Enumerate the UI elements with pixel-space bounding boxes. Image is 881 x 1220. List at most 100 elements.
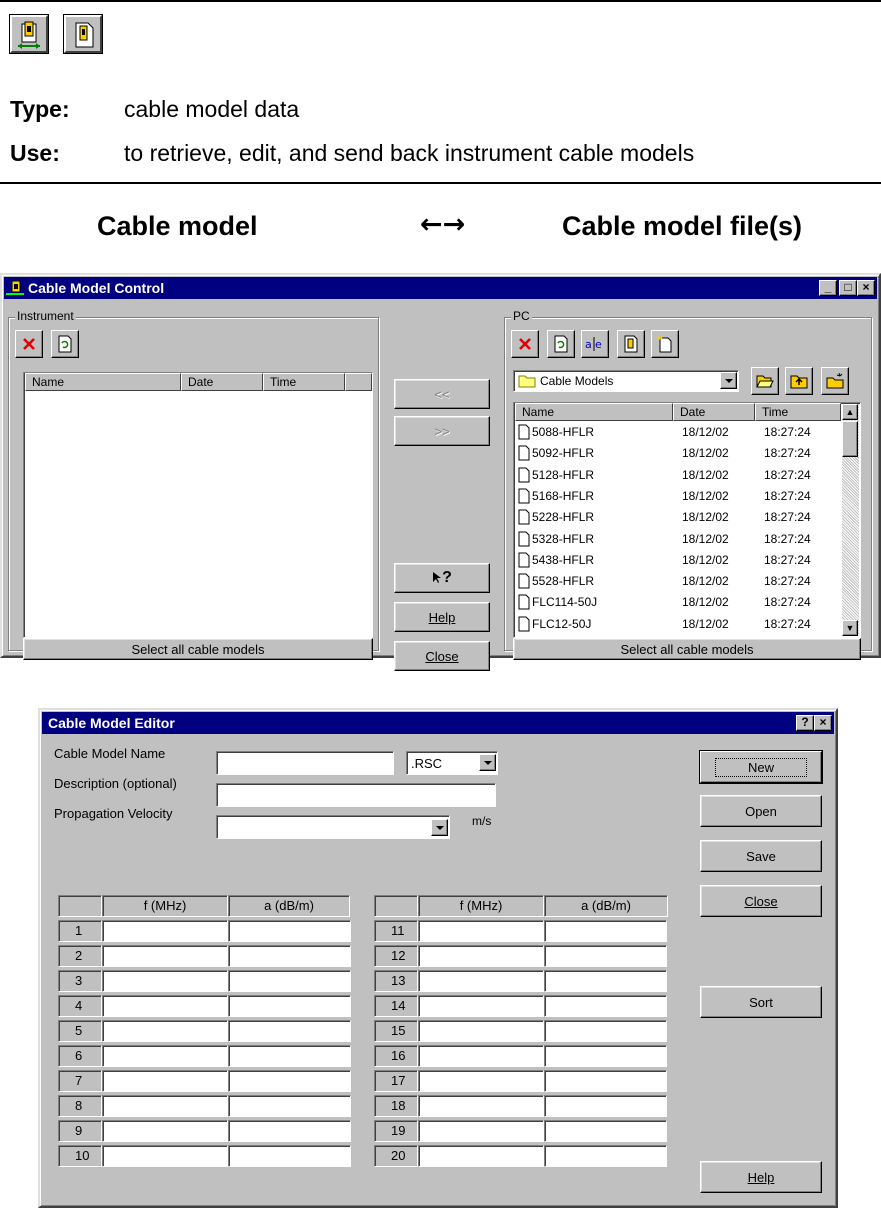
save-button[interactable]: Save [700,840,822,872]
cable-name-input[interactable] [216,751,394,775]
frequency-cell[interactable] [418,1120,544,1142]
attenuation-cell[interactable] [544,945,667,967]
velocity-dropdown-arrow[interactable] [431,819,448,836]
control-help-button[interactable]: Help [394,602,490,632]
instrument-delete-button[interactable] [15,330,43,358]
pc-file-list[interactable]: Name Date Time 5088-HFLR 18/12/02 18:27:24… [513,402,861,638]
editor-titlebar[interactable]: Cable Model Editor ? × [42,712,834,734]
frequency-cell[interactable] [102,995,228,1017]
attenuation-cell[interactable] [228,995,351,1017]
pc-col-name[interactable]: Name [515,403,673,421]
attenuation-cell[interactable] [228,1095,351,1117]
frequency-cell[interactable] [102,1095,228,1117]
new-button[interactable]: New [700,751,822,783]
editor-help-title-button[interactable]: ? [796,715,814,731]
editor-window-close-button[interactable]: × [814,715,832,731]
instrument-list[interactable]: Name Date Time [23,372,373,638]
attenuation-cell[interactable] [544,1070,667,1092]
frequency-cell[interactable] [418,1145,544,1167]
transfer-to-pc-button[interactable]: >> [394,416,490,446]
pc-col-time[interactable]: Time [755,403,841,421]
pc-file-row[interactable]: 5438-HFLR 18/12/02 18:27:24 [518,551,838,570]
whats-this-button[interactable]: ? [394,563,490,593]
pc-file-row[interactable]: 5328-HFLR 18/12/02 18:27:24 [518,530,838,549]
frequency-cell[interactable] [102,945,228,967]
attenuation-cell[interactable] [544,1095,667,1117]
pc-new-file-button[interactable] [651,330,679,358]
attenuation-cell[interactable] [544,1145,667,1167]
attenuation-cell[interactable] [544,1020,667,1042]
pc-rename-button[interactable]: ae [581,330,609,358]
extension-dropdown-arrow[interactable] [479,754,496,771]
frequency-cell[interactable] [418,1095,544,1117]
scroll-down-button[interactable]: ▼ [842,620,858,636]
instrument-col-date[interactable]: Date [181,373,263,391]
transfer-to-instrument-button[interactable]: << [394,379,490,409]
frequency-cell[interactable] [102,1045,228,1067]
frequency-cell[interactable] [418,945,544,967]
pc-file-row[interactable]: 5168-HFLR 18/12/02 18:27:24 [518,487,838,506]
pc-select-all-button[interactable]: Select all cable models [513,638,861,660]
pc-cable-file-button[interactable] [617,330,645,358]
attenuation-cell[interactable] [228,1045,351,1067]
pc-file-row[interactable]: 5228-HFLR 18/12/02 18:27:24 [518,508,838,527]
attenuation-cell[interactable] [228,945,351,967]
frequency-cell[interactable] [102,1020,228,1042]
folder-select[interactable]: Cable Models [513,370,739,392]
control-titlebar[interactable]: Cable Model Control _ □ × [4,277,877,299]
frequency-cell[interactable] [102,920,228,942]
folder-dropdown-arrow[interactable] [720,372,737,389]
pc-file-row[interactable]: 5092-HFLR 18/12/02 18:27:24 [518,444,838,463]
window-close-button[interactable]: × [857,280,875,296]
pc-col-date[interactable]: Date [673,403,755,421]
pc-delete-button[interactable] [511,330,539,358]
frequency-cell[interactable] [102,1070,228,1092]
attenuation-cell[interactable] [544,920,667,942]
frequency-cell[interactable] [102,1145,228,1167]
frequency-cell[interactable] [418,995,544,1017]
pc-file-row[interactable]: 5128-HFLR 18/12/02 18:27:24 [518,466,838,485]
velocity-select[interactable] [216,815,450,839]
frequency-cell[interactable] [418,1045,544,1067]
frequency-cell[interactable] [102,1120,228,1142]
instrument-col-time[interactable]: Time [263,373,345,391]
attenuation-cell[interactable] [228,1120,351,1142]
open-folder-button[interactable] [751,367,779,395]
attenuation-cell[interactable] [228,1070,351,1092]
pc-file-row[interactable]: 5088-HFLR 18/12/02 18:27:24 [518,423,838,442]
instrument-select-all-button[interactable]: Select all cable models [23,638,373,660]
editor-help-button[interactable]: Help [700,1161,822,1193]
attenuation-cell[interactable] [544,1120,667,1142]
attenuation-cell[interactable] [228,920,351,942]
attenuation-cell[interactable] [544,995,667,1017]
frequency-cell[interactable] [418,970,544,992]
open-button[interactable]: Open [700,795,822,827]
up-folder-button[interactable] [785,367,813,395]
attenuation-cell[interactable] [228,970,351,992]
frequency-cell[interactable] [418,1020,544,1042]
control-close-button[interactable]: Close [394,641,490,671]
pc-file-row[interactable]: FLC12-50J 18/12/02 18:27:24 [518,615,838,634]
minimize-button[interactable]: _ [819,280,837,296]
scroll-thumb[interactable] [842,421,858,457]
frequency-cell[interactable] [418,920,544,942]
new-folder-button[interactable] [821,367,849,395]
attenuation-cell[interactable] [228,1020,351,1042]
attenuation-cell[interactable] [544,1045,667,1067]
sort-button[interactable]: Sort [700,986,822,1018]
pc-file-row[interactable]: FLC114-50J 18/12/02 18:27:24 [518,593,838,612]
frequency-cell[interactable] [418,1070,544,1092]
editor-close-button[interactable]: Close [700,885,822,917]
extension-select[interactable]: .RSC [406,751,498,775]
pc-refresh-button[interactable] [547,330,575,358]
instrument-col-name[interactable]: Name [25,373,181,391]
maximize-button[interactable]: □ [839,280,857,296]
frequency-cell[interactable] [102,970,228,992]
pc-file-row[interactable]: 5528-HFLR 18/12/02 18:27:24 [518,572,838,591]
attenuation-cell[interactable] [544,970,667,992]
instrument-refresh-button[interactable] [51,330,79,358]
scroll-up-button[interactable]: ▲ [842,404,858,420]
description-input[interactable] [216,783,496,807]
attenuation-cell[interactable] [228,1145,351,1167]
pc-list-scrollbar[interactable]: ▲ ▼ [842,404,859,636]
